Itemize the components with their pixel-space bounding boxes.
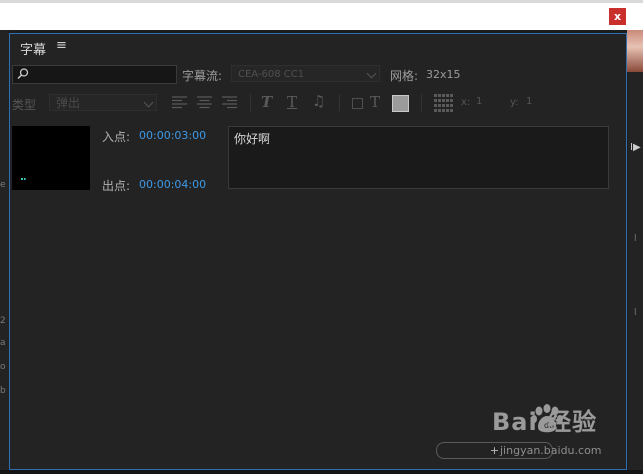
type-dropdown[interactable]: 弹出: [49, 94, 157, 111]
in-point-label: 入点:: [102, 130, 131, 144]
chevron-down-icon: [366, 68, 377, 79]
toolbar-divider: [421, 94, 422, 111]
x-label: x:: [461, 97, 471, 108]
caption-thumbnail[interactable]: [12, 126, 90, 190]
watermark-url: jingyan.baidu.com: [500, 444, 602, 457]
italic-icon[interactable]: T: [261, 93, 272, 111]
music-note-icon[interactable]: ♫: [312, 92, 325, 110]
underline-icon[interactable]: T: [287, 93, 297, 111]
stream-label: 字幕流:: [182, 69, 223, 83]
y-value[interactable]: 1: [526, 96, 532, 107]
caption-text-field[interactable]: 你好啊: [228, 126, 609, 189]
x-value[interactable]: 1: [476, 96, 482, 107]
left-bg-text: a: [0, 338, 6, 348]
left-background-panel: e 2 a o b: [0, 30, 9, 474]
position-grid-icon[interactable]: [434, 94, 454, 112]
out-point-value[interactable]: 00:00:04:00: [139, 178, 206, 191]
bottom-bar: [0, 470, 643, 474]
title-bar-border: [0, 0, 643, 3]
align-left-icon[interactable]: [172, 96, 187, 109]
align-right-icon[interactable]: [222, 96, 237, 109]
toolbar-divider: [250, 94, 251, 111]
search-icon: [17, 68, 29, 80]
close-button[interactable]: x: [609, 8, 626, 25]
color-swatch[interactable]: [392, 95, 409, 112]
chevron-down-icon: [143, 97, 154, 108]
search-input[interactable]: [12, 65, 177, 84]
left-bg-text: o: [0, 362, 6, 372]
panel-title: 字幕: [20, 43, 47, 58]
grid-value: 32x15: [426, 68, 461, 81]
left-bg-text: b: [0, 386, 6, 396]
type-label: 类型: [12, 98, 37, 112]
right-bg-text: l: [634, 234, 637, 244]
panel-menu-icon[interactable]: ≡: [56, 38, 67, 53]
left-bg-text: e: [0, 180, 6, 190]
background-thumbnail: [627, 30, 643, 72]
watermark-brand: Bai 经验: [492, 408, 598, 436]
in-point-value[interactable]: 00:00:03:00: [139, 129, 206, 142]
right-background-panel: I▶ l l: [628, 72, 643, 474]
stream-value: CEA-608 CC1: [238, 69, 305, 80]
left-bg-text: 2: [0, 316, 6, 326]
out-point-label: 出点:: [102, 179, 131, 193]
caption-marker: [21, 178, 26, 182]
type-value: 弹出: [56, 96, 81, 110]
app-title-bar: [0, 0, 643, 30]
grid-label: 网格:: [390, 69, 419, 83]
toolbar-divider: [339, 94, 340, 111]
right-bg-play-icon: I▶: [630, 142, 641, 153]
background-checkbox[interactable]: [352, 98, 363, 109]
y-label: y:: [510, 97, 519, 108]
stream-dropdown[interactable]: CEA-608 CC1: [231, 65, 380, 82]
align-center-icon[interactable]: [197, 96, 212, 109]
text-color-icon[interactable]: T: [370, 93, 380, 111]
right-bg-text: l: [634, 308, 637, 318]
